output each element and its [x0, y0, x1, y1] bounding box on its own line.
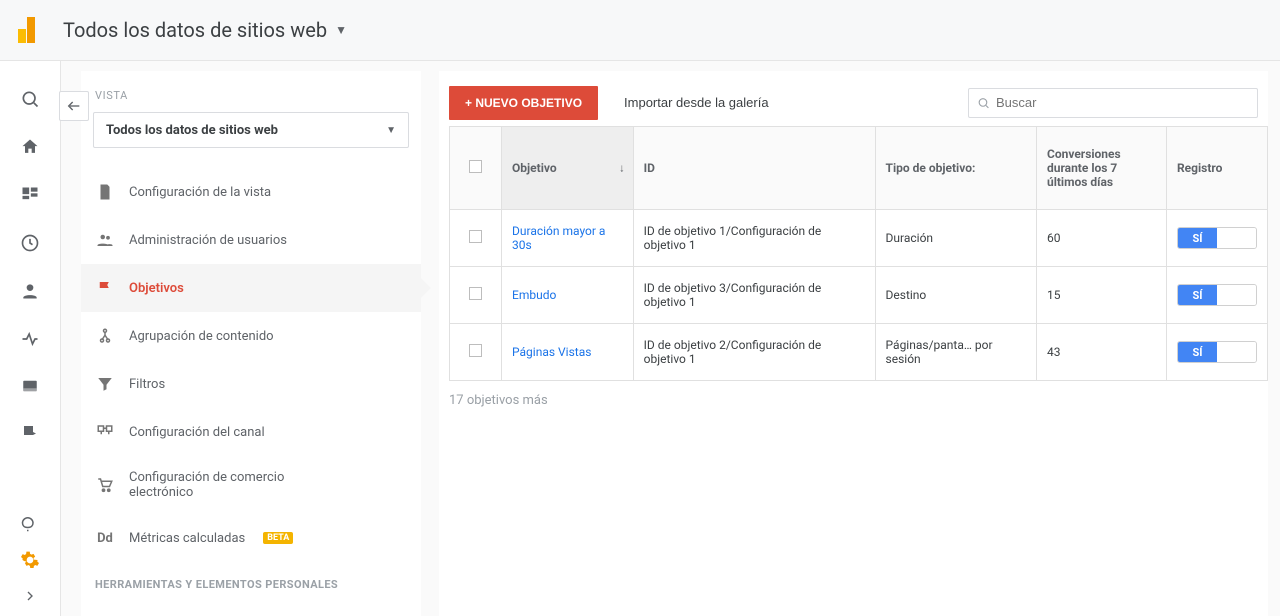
caret-down-icon: ▼ — [386, 125, 396, 136]
menu-item-goals[interactable]: Objetivos — [81, 264, 421, 312]
conversions-icon[interactable] — [21, 423, 39, 441]
user-icon[interactable] — [20, 281, 40, 301]
goal-conversions: 15 — [1036, 267, 1166, 324]
menu-item-view-settings[interactable]: Configuración de la vista — [81, 168, 421, 216]
menu-label: Filtros — [129, 377, 165, 392]
left-nav — [0, 61, 61, 616]
filter-icon — [95, 374, 115, 394]
table-row: Duración mayor a 30s ID de objetivo 1/Co… — [450, 210, 1268, 267]
goals-table: Objetivo↓ ID Tipo de objetivo: Conversio… — [449, 126, 1268, 381]
back-button[interactable] — [59, 91, 89, 121]
record-toggle[interactable]: sí — [1177, 341, 1257, 363]
table-row: Embudo ID de objetivo 3/Configuración de… — [450, 267, 1268, 324]
col-header-conversions[interactable]: Conversiones durante los 7 últimos días — [1036, 127, 1166, 210]
menu-item-filters[interactable]: Filtros — [81, 360, 421, 408]
behavior-icon[interactable] — [21, 377, 39, 395]
col-header-checkbox — [450, 127, 502, 210]
collapse-icon[interactable] — [22, 588, 38, 604]
goal-type: Duración — [875, 210, 1036, 267]
menu-item-channel-settings[interactable]: Configuración del canal — [81, 408, 421, 456]
checkbox-select-all[interactable] — [469, 160, 482, 173]
menu-label: Configuración de comercio electrónico — [129, 470, 299, 500]
import-gallery-button[interactable]: Importar desde la galería — [612, 85, 781, 120]
goal-type: Destino — [875, 267, 1036, 324]
top-bar: Todos los datos de sitios web ▼ — [0, 0, 1280, 61]
flag-icon — [95, 278, 115, 298]
search-icon[interactable] — [20, 89, 40, 109]
admin-gear-icon[interactable] — [20, 550, 40, 570]
new-goal-button[interactable]: + NUEVO OBJETIVO — [449, 86, 598, 120]
menu-label: Objetivos — [129, 281, 184, 296]
view-selector[interactable]: Todos los datos de sitios web ▼ — [93, 112, 409, 148]
document-icon — [95, 182, 115, 202]
row-checkbox[interactable] — [469, 230, 482, 243]
home-icon[interactable] — [20, 137, 40, 157]
users-icon — [95, 230, 115, 250]
search-icon — [977, 96, 990, 110]
menu-label: Configuración del canal — [129, 425, 265, 440]
search-input[interactable] — [996, 95, 1249, 110]
menu-item-user-management[interactable]: Administración de usuarios — [81, 216, 421, 264]
menu-label: Métricas calculadas — [129, 531, 245, 546]
col-header-record[interactable]: Registro — [1166, 127, 1267, 210]
column-header: VISTA — [95, 89, 421, 102]
record-toggle[interactable]: sí — [1177, 227, 1257, 249]
discover-icon[interactable] — [21, 514, 39, 532]
col-header-objective[interactable]: Objetivo↓ — [502, 127, 634, 210]
menu-item-ecommerce-settings[interactable]: Configuración de comercio electrónico — [81, 456, 421, 514]
goal-id: ID de objetivo 2/Configuración de objeti… — [633, 324, 875, 381]
more-goals-note: 17 objetivos más — [439, 381, 1268, 408]
row-checkbox[interactable] — [469, 344, 482, 357]
view-column: VISTA Todos los datos de sitios web ▼ Co… — [81, 71, 421, 616]
cart-icon — [95, 475, 115, 495]
caret-down-icon: ▼ — [335, 23, 347, 37]
table-row: Páginas Vistas ID de objetivo 2/Configur… — [450, 324, 1268, 381]
row-checkbox[interactable] — [469, 287, 482, 300]
view-breadcrumb[interactable]: Todos los datos de sitios web ▼ — [63, 18, 347, 42]
goal-id: ID de objetivo 1/Configuración de objeti… — [633, 210, 875, 267]
menu-item-calculated-metrics[interactable]: Dd Métricas calculadas BETA — [81, 514, 421, 562]
menu-item-content-grouping[interactable]: Agrupación de contenido — [81, 312, 421, 360]
beta-badge: BETA — [263, 532, 293, 544]
clock-icon[interactable] — [20, 233, 40, 253]
section-header-personal-tools: HERRAMIENTAS Y ELEMENTOS PERSONALES — [81, 562, 421, 591]
goal-id: ID de objetivo 3/Configuración de objeti… — [633, 267, 875, 324]
sort-arrow-icon: ↓ — [619, 162, 625, 175]
goal-name-link[interactable]: Páginas Vistas — [502, 324, 634, 381]
menu-label: Administración de usuarios — [129, 233, 287, 248]
goal-type: Páginas/panta… por sesión — [875, 324, 1036, 381]
view-selector-label: Todos los datos de sitios web — [106, 123, 278, 138]
grouping-icon — [95, 326, 115, 346]
search-field[interactable] — [968, 88, 1258, 118]
menu-label: Configuración de la vista — [129, 185, 271, 200]
page-title: Todos los datos de sitios web — [63, 18, 327, 42]
channel-icon — [95, 422, 115, 442]
menu-label: Agrupación de contenido — [129, 329, 274, 344]
metrics-icon: Dd — [95, 528, 115, 548]
dashboard-icon[interactable] — [20, 185, 40, 205]
goal-name-link[interactable]: Duración mayor a 30s — [502, 210, 634, 267]
record-toggle[interactable]: sí — [1177, 284, 1257, 306]
col-header-type[interactable]: Tipo de objetivo: — [875, 127, 1036, 210]
goals-toolbar: + NUEVO OBJETIVO Importar desde la galer… — [439, 71, 1268, 126]
goals-panel: + NUEVO OBJETIVO Importar desde la galer… — [439, 71, 1268, 616]
goal-conversions: 60 — [1036, 210, 1166, 267]
goal-conversions: 43 — [1036, 324, 1166, 381]
col-header-id[interactable]: ID — [633, 127, 875, 210]
acquisition-icon[interactable] — [20, 329, 40, 349]
goal-name-link[interactable]: Embudo — [502, 267, 634, 324]
product-logo — [18, 17, 35, 43]
